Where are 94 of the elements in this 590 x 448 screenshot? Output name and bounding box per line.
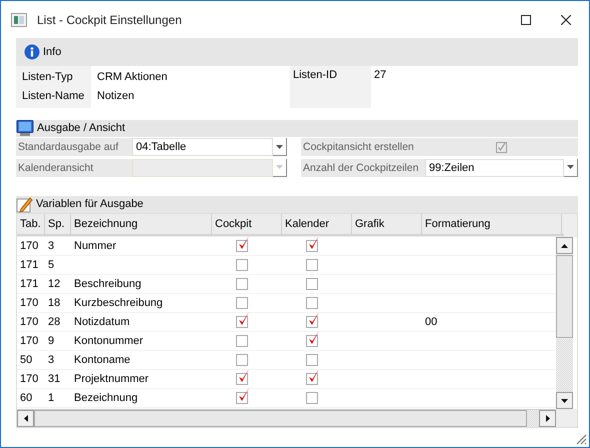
monitor-icon [16,120,34,137]
close-icon [561,14,571,24]
checkbox[interactable] [306,297,318,309]
table-cell-text: 18 [47,296,62,310]
table-cell-text: Kurzbeschreibung [73,296,164,310]
checkbox[interactable] [236,278,248,290]
table-cell-text: 3 [47,238,56,254]
column-header: Sp. [45,214,71,235]
check-icon [308,237,320,251]
table-cell-text: 31 [47,372,62,386]
table-cell-text: 170 [19,334,40,348]
field-value: Notizen [96,89,136,104]
table-cell-text: Bezeichnung [73,390,139,406]
scroll-right-button[interactable] [539,410,556,427]
vertical-scrollbar[interactable] [556,237,573,409]
section-title: Variablen für Ausgabe [36,197,144,212]
checkbox[interactable] [306,240,318,252]
scroll-track [527,410,539,427]
checkbox[interactable] [306,278,318,290]
up-arrow-icon [561,244,568,248]
table-cell-text: 170 [19,314,40,330]
field-label: Standardausgabe auf [16,138,132,156]
table-cell-text: Notizdatum [73,314,131,330]
field-label: Listen-Name [21,89,86,104]
check-icon [308,369,320,384]
field-label: Listen-ID [290,66,371,108]
resize-grip-icon[interactable] [576,434,587,445]
caret-icon [276,165,283,169]
column-header: Kalender [282,214,352,235]
table-cell-text: Kontoname [73,352,132,368]
app-icon [11,12,27,26]
table-cell-text: 28 [47,314,62,330]
field-value: CRM Aktionen [96,70,168,85]
dropdown-button[interactable] [273,138,287,156]
checkbox[interactable] [236,354,248,366]
field-label: Listen-Typ [21,70,74,85]
table-cell-text: 50 [19,352,34,368]
check-icon [238,237,250,251]
scroll-up-button[interactable] [556,237,573,254]
caret-icon [276,144,283,148]
checkbox[interactable] [306,354,318,366]
window-title: List - Cockpit Einstellungen [37,12,183,28]
scroll-left-button[interactable] [17,410,34,427]
table-cell-text: Nummer [73,238,118,254]
check-icon [308,331,320,346]
down-arrow-icon [561,398,568,402]
scroll-thumb[interactable] [556,255,573,338]
table-cell-text: 00 [424,314,438,330]
checkbox[interactable] [236,297,248,309]
dropdown-button[interactable] [273,158,287,176]
info-icon [24,44,40,60]
column-header: Formatierung [422,214,562,235]
right-arrow-icon [546,415,550,422]
checkbox[interactable] [236,259,248,271]
section-title: Ausgabe / Ansicht [37,121,126,136]
table-cell-text: 171 [19,276,40,292]
checkbox[interactable] [306,259,318,271]
field-label: Anzahl der Cockpitzeilen [301,158,425,176]
maximize-icon [521,14,531,24]
column-header: Bezeichnung [71,214,212,235]
checkbox[interactable] [236,335,248,347]
field-value: 27 [373,68,388,83]
table-cell-text: 12 [47,276,62,292]
caret-icon [567,165,574,169]
table-cell-text: 1 [47,390,56,406]
left-arrow-icon [24,415,28,422]
table-cell-text: 9 [47,334,56,348]
column-header: Cockpit [212,214,282,235]
check-icon [308,312,320,327]
check-icon [238,369,250,384]
column-header: Grafik [352,214,422,235]
scroll-down-button[interactable] [556,392,573,409]
table-cell-text: 60 [19,390,34,406]
field-label: Cockpitansicht erstellen [301,138,425,156]
check-icon [238,312,250,327]
table-cell-text: 5 [47,258,56,272]
dropdown-field[interactable]: 99:Zeilen [425,158,564,176]
dropdown-button[interactable] [564,158,578,176]
pencil-icon [16,196,33,213]
table-cell-text: 170 [19,238,40,254]
table-cell-text: 170 [19,296,40,310]
column-header: Tab. [17,214,45,235]
checkbox[interactable] [236,240,248,252]
table-cell-text: Kontonummer [73,334,144,348]
table-cell-text: 3 [47,352,56,368]
checkbox[interactable] [306,392,318,404]
dropdown-field[interactable]: 04:Tabelle [132,138,273,156]
table-cell-text: 171 [19,258,40,272]
table-cell-text: 170 [19,372,40,386]
check-icon [238,388,250,403]
table-cell-text: Projektnummer [73,372,150,386]
section-title: Info [43,44,62,60]
table-cell-text: Beschreibung [73,276,142,292]
field-label: Kalenderansicht [16,158,132,176]
